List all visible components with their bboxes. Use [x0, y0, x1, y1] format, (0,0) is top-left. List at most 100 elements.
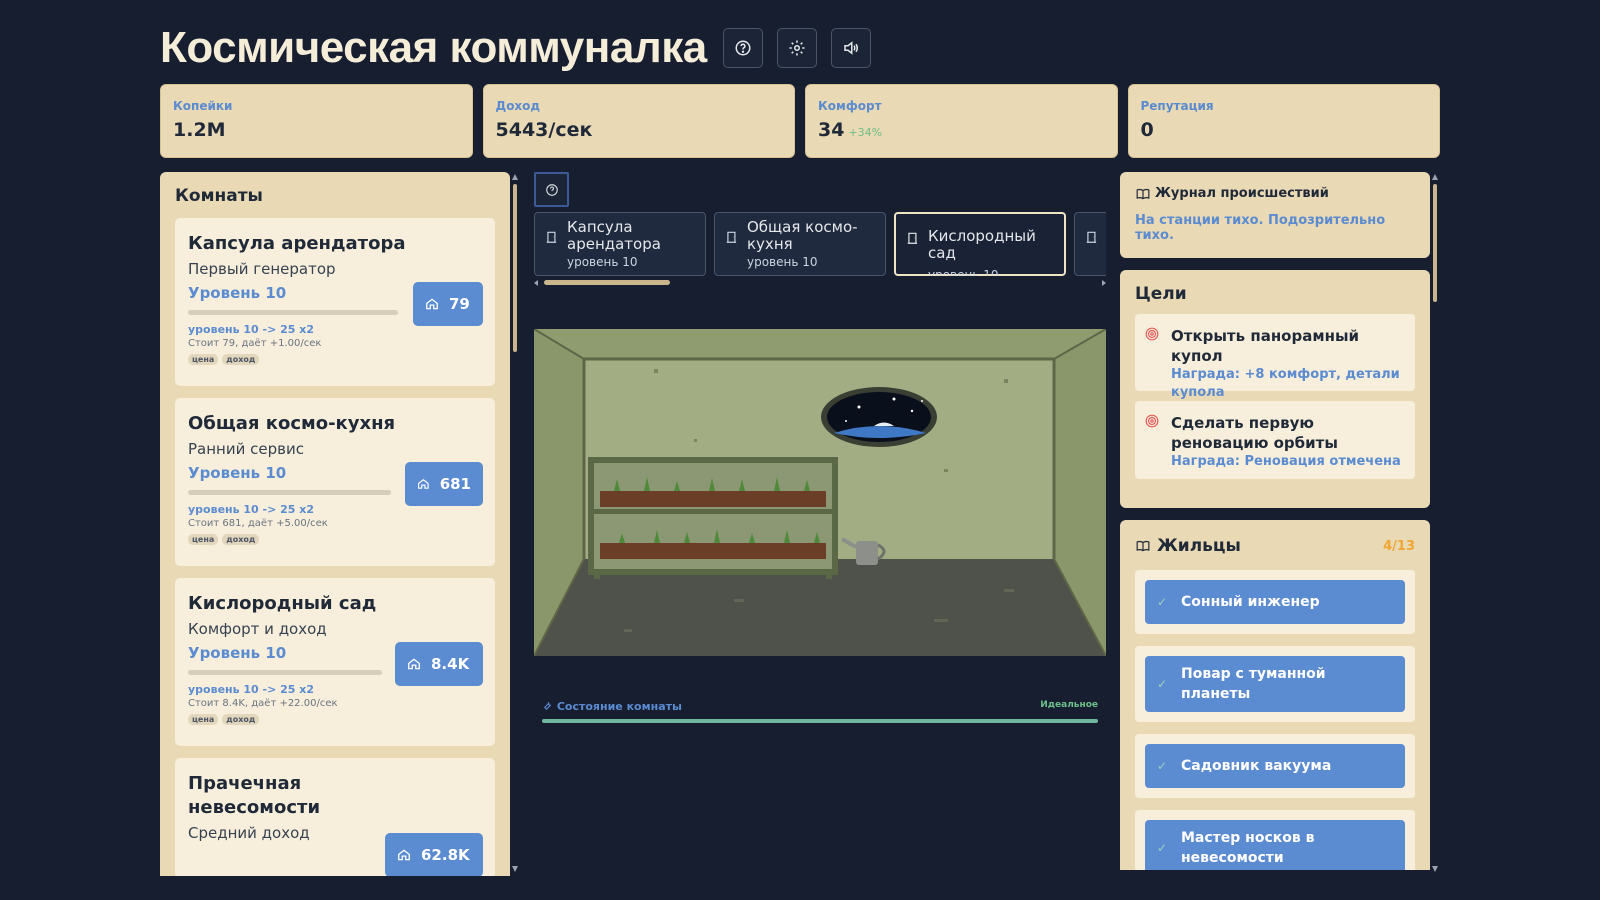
- room-name: Общая космо-кухня: [188, 413, 396, 434]
- help-button[interactable]: [722, 28, 763, 68]
- check-icon: ✓: [1157, 841, 1168, 855]
- rooms-panel: Комнаты Капсула арендатора Первый генера…: [160, 172, 510, 876]
- tab-room-active[interactable]: Кислородный сад уровень 10: [894, 212, 1066, 276]
- check-icon: ✓: [1157, 595, 1168, 609]
- goals-panel: Цели Открыть панорамный купол Награда: +…: [1120, 270, 1430, 508]
- stat-value: 5443/сек: [495, 119, 593, 141]
- door-icon: [1086, 231, 1097, 243]
- goal-reward: Награда: +8 комфорт, детали купола: [1171, 367, 1400, 400]
- resident-button[interactable]: ✓ Сонный инженер: [1145, 580, 1405, 624]
- tag: цена: [188, 354, 219, 365]
- rooms-title: Комнаты: [175, 186, 263, 206]
- tab-name: Кислородный сад: [928, 227, 1036, 262]
- sidebar-right: Журнал происшествий На станции тихо. Под…: [1120, 172, 1430, 870]
- goal-name: Открыть панорамный купол: [1171, 327, 1360, 365]
- gear-icon: [789, 40, 805, 56]
- target-icon: [1145, 327, 1159, 341]
- room-cost: Стоит 79, даёт +1.00/сек: [188, 338, 322, 349]
- sound-icon: [843, 41, 858, 55]
- goals-title: Цели: [1135, 284, 1187, 304]
- stat-value: 1.2M: [173, 119, 226, 141]
- log-text: На станции тихо. Подозрительно тихо.: [1135, 213, 1386, 243]
- buy-button[interactable]: 62.8K: [385, 833, 483, 876]
- home-icon: [426, 298, 438, 310]
- home-icon: [398, 849, 410, 861]
- room-progress: [188, 670, 382, 675]
- stats-bar: Копейки 1.2M Доход 5443/сек Комфорт 34 +3…: [160, 84, 1440, 158]
- room-tabs: Капсула арендатора уровень 10 Общая космо…: [534, 212, 1106, 276]
- stat-kopeiki: Копейки 1.2M: [160, 84, 473, 158]
- tab-room[interactable]: Капсула арендатора уровень 10: [534, 212, 706, 276]
- room-progress: [188, 490, 391, 495]
- room-card: Общая космо-кухня Ранний сервис Уровень …: [175, 398, 495, 566]
- room-cost: Стоит 8.4K, даёт +22.00/сек: [188, 698, 338, 709]
- room-name: Кислородный сад: [188, 593, 377, 614]
- check-icon: ✓: [1157, 677, 1168, 691]
- buy-button[interactable]: 681: [405, 462, 483, 506]
- tabs-scrollbar[interactable]: [534, 278, 1106, 288]
- header: Космическая коммуналка: [160, 22, 871, 74]
- room-card: Кислородный сад Комфорт и доход Уровень …: [175, 578, 495, 746]
- tab-level: уровень 10: [928, 268, 999, 276]
- room-name: Прачечная невесомости: [188, 773, 321, 818]
- home-icon: [408, 658, 420, 670]
- room-name: Капсула арендатора: [188, 233, 406, 254]
- room-help-button[interactable]: [534, 172, 569, 207]
- resident-button[interactable]: ✓ Мастер носков в невесомости: [1145, 820, 1405, 870]
- tab-level: уровень 10: [747, 255, 818, 269]
- stat-value: 0: [1140, 119, 1154, 141]
- resident-slot: ✓ Сонный инженер: [1135, 570, 1415, 634]
- game-title: Космическая коммуналка: [160, 23, 707, 72]
- stat-label: Комфорт: [818, 99, 882, 113]
- residents-panel: Жильцы 4/13 ✓ Сонный инженер ✓ Повар с тум…: [1120, 520, 1430, 870]
- resident-slot: ✓ Садовник вакуума: [1135, 734, 1415, 798]
- stat-label: Доход: [495, 99, 541, 113]
- wrench-icon: [543, 701, 552, 710]
- settings-button[interactable]: [776, 28, 817, 68]
- sound-button[interactable]: [830, 28, 871, 68]
- tag: доход: [222, 534, 260, 545]
- goal-item: Открыть панорамный купол Награда: +8 ком…: [1135, 314, 1415, 400]
- goal-name: Сделать первую реновацию орбиты: [1171, 414, 1338, 452]
- goal-item: Сделать первую реновацию орбиты Награда:…: [1135, 401, 1415, 479]
- tab-room-partial[interactable]: [1074, 212, 1106, 276]
- check-icon: ✓: [1157, 759, 1168, 773]
- tag: цена: [188, 714, 219, 725]
- tab-room[interactable]: Общая космо-кухня уровень 10: [714, 212, 886, 276]
- stat-label: Репутация: [1140, 99, 1214, 113]
- incident-log: Журнал происшествий На станции тихо. Под…: [1120, 172, 1430, 258]
- buy-button[interactable]: 8.4K: [395, 642, 483, 686]
- room-status-value: Идеальное: [1040, 700, 1098, 710]
- room-cost: Стоит 681, даёт +5.00/сек: [188, 518, 328, 529]
- room-status-bar: [542, 719, 1098, 723]
- tag: доход: [222, 714, 260, 725]
- tab-name: Общая космо-кухня: [747, 218, 858, 253]
- door-icon: [907, 232, 918, 244]
- book-icon: [1136, 540, 1150, 552]
- stat-value: 34 +34%: [818, 119, 883, 141]
- room-card: Капсула арендатора Первый генератор Уров…: [175, 218, 495, 386]
- residents-title: Жильцы: [1135, 536, 1241, 556]
- resident-slot: ✓ Повар с туманной планеты: [1135, 646, 1415, 722]
- help-icon: [545, 183, 558, 196]
- resident-button[interactable]: ✓ Повар с туманной планеты: [1145, 656, 1405, 712]
- stat-comfort: Комфорт 34 +34%: [805, 84, 1118, 158]
- log-title: Журнал происшествий: [1135, 186, 1415, 201]
- help-icon: [735, 40, 751, 56]
- room-progress: [188, 310, 398, 315]
- tab-name: Капсула арендатора: [567, 218, 661, 253]
- goal-reward: Награда: Реновация отмечена: [1171, 454, 1401, 469]
- sidebar-scrollbar[interactable]: [1432, 172, 1438, 876]
- room-desc: Ранний сервис: [188, 440, 304, 458]
- room-desc: Первый генератор: [188, 260, 336, 278]
- door-icon: [726, 231, 737, 243]
- rooms-scrollbar[interactable]: [512, 172, 518, 876]
- tag: цена: [188, 534, 219, 545]
- book-icon: [1136, 188, 1150, 199]
- tag: доход: [222, 354, 260, 365]
- stat-bonus: +34%: [848, 126, 883, 139]
- buy-button[interactable]: 79: [413, 282, 483, 326]
- room-card: Прачечная невесомости Средний доход 62.8…: [175, 758, 495, 876]
- residents-count: 4/13: [1383, 538, 1415, 554]
- resident-button[interactable]: ✓ Садовник вакуума: [1145, 744, 1405, 788]
